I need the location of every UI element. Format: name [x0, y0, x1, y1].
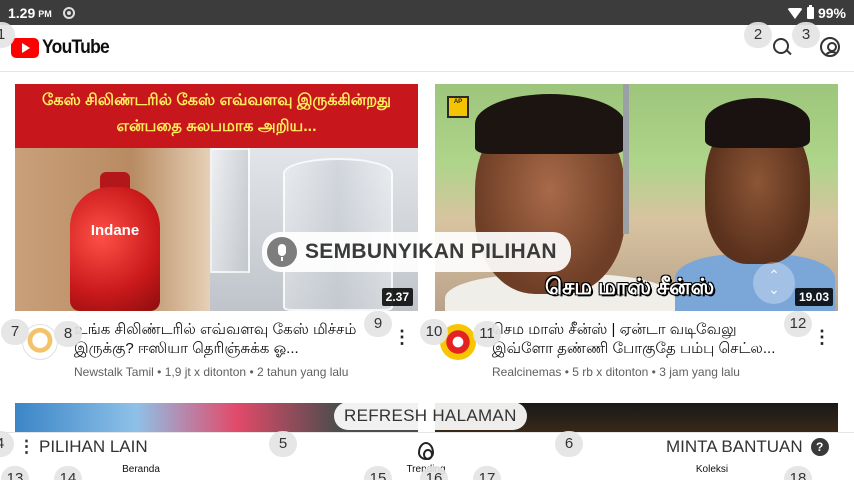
- view-count: 5 rb x ditonton: [572, 365, 649, 379]
- video-duration: 2.37: [381, 288, 413, 306]
- search-icon[interactable]: [772, 37, 792, 57]
- upload-age: 2 tahun yang lalu: [256, 365, 349, 379]
- view-count: 1,9 jt x ditonton: [164, 365, 247, 379]
- video-text: உங்க சிலிண்டரில் எவ்வளவு கேஸ் மிச்சம் இர…: [74, 320, 374, 379]
- help-icon: ?: [810, 438, 829, 456]
- voice-badge[interactable]: 10: [420, 319, 448, 345]
- channel-name: Realcinemas: [492, 365, 562, 379]
- other-options-button[interactable]: ⋮ PILIHAN LAIN: [6, 433, 158, 461]
- microphone-icon: [267, 237, 297, 267]
- video-title[interactable]: செம மாஸ் சீன்ஸ் | ஏன்டா வடிவேலு இவ்ளோ தண…: [492, 320, 792, 358]
- youtube-logo[interactable]: YouTube: [11, 37, 115, 59]
- gas-cylinder-image: [70, 187, 160, 311]
- other-options-label: PILIHAN LAIN: [39, 437, 148, 456]
- thumbnail-banner-text: கேஸ் சிலிண்டரில் கேஸ் எவ்வளவு இருக்கின்ற…: [15, 84, 418, 148]
- video-duration: 19.03: [794, 288, 833, 306]
- refresh-page-label: REFRESH HALAMAN: [344, 406, 517, 425]
- channel-name: Newstalk Tamil: [74, 365, 154, 379]
- hide-options-button[interactable]: SEMBUNYIKAN PILIHAN: [262, 232, 571, 272]
- person-image: [475, 94, 625, 154]
- voice-badge[interactable]: 3: [792, 22, 820, 48]
- account-icon[interactable]: [820, 37, 840, 57]
- video-thumbnail-1[interactable]: Indane கேஸ் சிலிண்டரில் கேஸ் எவ்வளவு இரு…: [15, 84, 418, 311]
- voice-badge[interactable]: 12: [784, 311, 812, 337]
- status-right: 99%: [786, 4, 846, 21]
- glass-image: [210, 148, 250, 273]
- umbrella-pole-image: [623, 84, 629, 234]
- screen-record-icon: [62, 6, 75, 19]
- video-title[interactable]: உங்க சிலிண்டரில் எவ்வளவு கேஸ் மிச்சம் இர…: [74, 320, 374, 358]
- person-image: [705, 98, 810, 148]
- video-text: செம மாஸ் சீன்ஸ் | ஏன்டா வடிவேலு இவ்ளோ தண…: [492, 320, 792, 379]
- app-bar: YouTube: [0, 25, 854, 72]
- voice-badge[interactable]: 6: [555, 431, 583, 457]
- cylinder-brand: Indane: [90, 222, 140, 239]
- channel-watermark-logo: AP: [447, 96, 469, 118]
- kebab-menu-icon: ⋮: [18, 437, 35, 456]
- voice-badge[interactable]: 11: [473, 321, 501, 347]
- more-options-icon[interactable]: ⋮: [813, 327, 831, 348]
- voice-badge[interactable]: 8: [54, 321, 82, 347]
- more-options-icon[interactable]: ⋮: [393, 327, 411, 348]
- scroll-chevron-icon[interactable]: ⌃ ⌄: [753, 262, 795, 304]
- screen: 1.29 PM 99% YouTube Indane கேஸ் சிலிண்டர…: [0, 0, 854, 480]
- youtube-play-icon: [11, 38, 39, 58]
- nav-library-label: Koleksi: [695, 464, 729, 475]
- voice-badge[interactable]: 9: [364, 311, 392, 337]
- upload-age: 3 jam yang lalu: [659, 365, 740, 379]
- nav-home-label: Beranda: [122, 464, 160, 475]
- refresh-page-button[interactable]: REFRESH HALAMAN: [334, 402, 527, 430]
- status-ampm: PM: [38, 9, 52, 19]
- help-label: MINTA BANTUAN: [666, 437, 803, 456]
- voice-badge[interactable]: 7: [1, 319, 29, 345]
- voice-badge[interactable]: 5: [269, 431, 297, 457]
- hide-options-label: SEMBUNYIKAN PILIHAN: [305, 240, 557, 263]
- wifi-icon: [786, 8, 803, 19]
- help-button[interactable]: MINTA BANTUAN ?: [658, 433, 837, 461]
- thumbnail-caption-text: செம மாஸ் சீன்ஸ்: [545, 274, 715, 299]
- voice-badge[interactable]: 2: [744, 22, 772, 48]
- battery-icon: [806, 4, 814, 19]
- status-bar: 1.29 PM 99%: [0, 0, 854, 25]
- trending-flame-icon: [418, 442, 434, 460]
- youtube-wordmark: YouTube: [42, 37, 110, 58]
- status-time: 1.29: [8, 4, 36, 21]
- video-subtitle: Newstalk Tamil • 1,9 jt x ditonton • 2 t…: [74, 365, 349, 379]
- battery-level: 99%: [817, 4, 846, 21]
- video-subtitle: Realcinemas • 5 rb x ditonton • 3 jam ya…: [492, 365, 740, 379]
